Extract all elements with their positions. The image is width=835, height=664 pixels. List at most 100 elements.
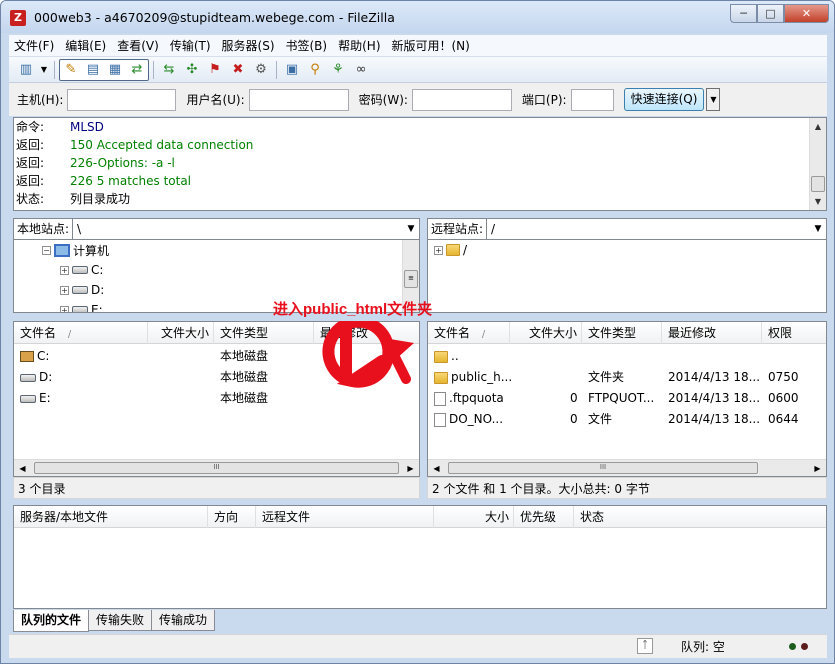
process-queue-icon[interactable]: ✣ — [181, 60, 203, 80]
expand-icon[interactable]: + — [434, 245, 443, 255]
list-item[interactable]: DO_NO... 0 文件 2014/4/13 18... 0644 — [428, 409, 826, 430]
drive-icon — [20, 394, 36, 403]
toggle-log-icon[interactable]: ✎ — [60, 60, 82, 80]
collapse-icon[interactable]: − — [42, 245, 51, 255]
toggle-remote-tree-icon[interactable]: ▦ — [104, 60, 126, 80]
username-input[interactable] — [248, 88, 349, 111]
tab-queued-files[interactable]: 队列的文件 — [13, 610, 90, 632]
sort-indicator-icon: / — [67, 329, 72, 340]
remote-list-hscrollbar[interactable]: ◀ III ▶ — [428, 459, 826, 476]
menu-file[interactable]: 文件(F) — [9, 37, 60, 54]
menu-view[interactable]: 查看(V) — [112, 37, 165, 54]
annotation-text: 进入public_html文件夹 — [273, 301, 433, 318]
menu-bookmarks[interactable]: 书签(B) — [281, 37, 334, 54]
expand-icon[interactable]: + — [60, 285, 69, 295]
log-row: 状态: 列目录成功 — [14, 190, 826, 208]
remote-status-text: 2 个文件 和 1 个目录。大小总共: 0 字节 — [427, 477, 827, 499]
minimize-button[interactable]: ─ — [730, 4, 757, 23]
site-manager-icon[interactable]: ▥ — [15, 60, 37, 80]
quickconnect-dropdown-icon[interactable]: ▼ — [706, 88, 721, 111]
expand-icon[interactable]: + — [60, 305, 69, 312]
col-direction[interactable]: 方向 — [208, 506, 256, 528]
col-filename[interactable]: 文件名 / — [428, 322, 510, 344]
password-input[interactable] — [411, 88, 512, 111]
local-path-input[interactable]: \ — [73, 222, 403, 236]
tree-node-drive-d[interactable]: + D: — [60, 281, 104, 299]
file-icon — [434, 391, 446, 406]
menu-server[interactable]: 服务器(S) — [217, 37, 281, 54]
remote-path-dropdown-icon[interactable]: ▼ — [810, 224, 826, 234]
scroll-left-icon[interactable]: ◀ — [14, 460, 31, 476]
close-button[interactable]: ✕ — [784, 4, 829, 23]
toggle-queue-icon[interactable]: ⇄ — [126, 60, 148, 80]
file-name: .. — [451, 349, 459, 363]
scroll-thumb[interactable]: ≡ — [404, 270, 418, 288]
download-indicator-icon — [801, 643, 808, 650]
refresh-icon[interactable]: ⇆ — [158, 60, 180, 80]
scroll-thumb[interactable] — [811, 176, 825, 192]
log-kind: 返回: — [16, 156, 45, 170]
col-priority[interactable]: 优先级 — [514, 506, 574, 528]
password-label: 密码(W): — [358, 93, 408, 107]
file-size: 0 — [570, 391, 578, 405]
file-type: 本地磁盘 — [220, 370, 269, 384]
tree-node-drive-e[interactable]: + E: — [60, 301, 103, 313]
window-title: 000web3 - a4670209@stupidteam.webege.com… — [34, 10, 395, 25]
sort-indicator-icon: / — [481, 329, 486, 340]
tab-successful-transfers[interactable]: 传输成功 — [151, 610, 216, 631]
menu-help[interactable]: 帮助(H) — [333, 37, 386, 54]
tree-node-drive-c[interactable]: + C: — [60, 261, 103, 279]
scroll-right-icon[interactable]: ▶ — [809, 460, 826, 476]
directory-listing-filter-icon[interactable]: ▣ — [281, 60, 303, 80]
list-item[interactable]: .. — [428, 346, 826, 367]
col-server-local-file[interactable]: 服务器/本地文件 — [14, 506, 208, 528]
site-manager-dropdown-icon[interactable]: ▼ — [38, 60, 50, 80]
col-remote-file[interactable]: 远程文件 — [256, 506, 434, 528]
message-log: 命令: MLSD 返回: 150 Accepted data connectio… — [13, 117, 827, 211]
tree-node-root[interactable]: + / — [434, 241, 467, 259]
tab-failed-transfers[interactable]: 传输失败 — [88, 610, 153, 631]
local-path-dropdown-icon[interactable]: ▼ — [403, 224, 419, 234]
scroll-right-icon[interactable]: ▶ — [402, 460, 419, 476]
compare-directories-icon[interactable]: ⚘ — [327, 60, 349, 80]
log-scrollbar[interactable]: ▲ ▼ — [809, 118, 826, 210]
sync-browsing-icon[interactable]: ⚲ — [304, 60, 326, 80]
col-status[interactable]: 状态 — [574, 506, 828, 528]
quickconnect-button[interactable]: 快速连接(Q) — [623, 88, 705, 111]
scroll-thumb[interactable]: III — [34, 462, 399, 474]
maximize-button[interactable]: □ — [757, 4, 784, 23]
host-input[interactable] — [67, 88, 177, 111]
col-filetype[interactable]: 文件类型 — [582, 322, 662, 344]
scroll-down-icon[interactable]: ▼ — [810, 193, 826, 210]
list-item[interactable]: public_h... 文件夹 2014/4/13 18... 0750 — [428, 367, 826, 388]
expand-icon[interactable]: + — [60, 265, 69, 275]
cancel-icon[interactable]: ⚑ — [204, 60, 226, 80]
menu-new-version[interactable]: 新版可用！(N) — [387, 37, 476, 54]
menu-transfer[interactable]: 传输(T) — [165, 37, 217, 54]
reconnect-icon[interactable]: ⚙ — [250, 60, 272, 80]
port-input[interactable] — [570, 88, 614, 111]
col-filesize[interactable]: 文件大小 — [148, 322, 214, 344]
list-item[interactable]: .ftpquota 0 FTPQUOT... 2014/4/13 18... 0… — [428, 388, 826, 409]
col-filesize[interactable]: 文件大小 — [510, 322, 582, 344]
local-list-hscrollbar[interactable]: ◀ III ▶ — [14, 459, 419, 476]
search-remote-icon[interactable]: ∞ — [350, 60, 372, 80]
queue-status: 队列: 空 — [681, 640, 725, 654]
toggle-local-tree-icon[interactable]: ▤ — [82, 60, 104, 80]
col-filename[interactable]: 文件名 / — [14, 322, 148, 344]
col-permissions[interactable]: 权限 — [762, 322, 826, 344]
scroll-up-icon[interactable]: ▲ — [810, 118, 826, 135]
window-controls: ─ □ ✕ — [730, 4, 829, 24]
tree-node-label: E: — [91, 303, 103, 313]
tree-node-computer[interactable]: − 计算机 — [42, 241, 109, 259]
disconnect-icon[interactable]: ✖ — [227, 60, 249, 80]
col-modified[interactable]: 最近修改 — [662, 322, 762, 344]
col-size[interactable]: 大小 — [434, 506, 514, 528]
file-type: 文件夹 — [588, 370, 625, 384]
menu-edit[interactable]: 编辑(E) — [60, 37, 112, 54]
toolbar: ▥ ▼ ✎ ▤ ▦ ⇄ ⇆ ✣ ⚑ ✖ ⚙ ▣ ⚲ ⚘ ∞ — [9, 57, 827, 83]
scroll-thumb[interactable]: III — [448, 462, 758, 474]
remote-path-input[interactable]: / — [487, 222, 810, 236]
scroll-left-icon[interactable]: ◀ — [428, 460, 445, 476]
filezilla-logo-icon: Z — [10, 10, 26, 26]
